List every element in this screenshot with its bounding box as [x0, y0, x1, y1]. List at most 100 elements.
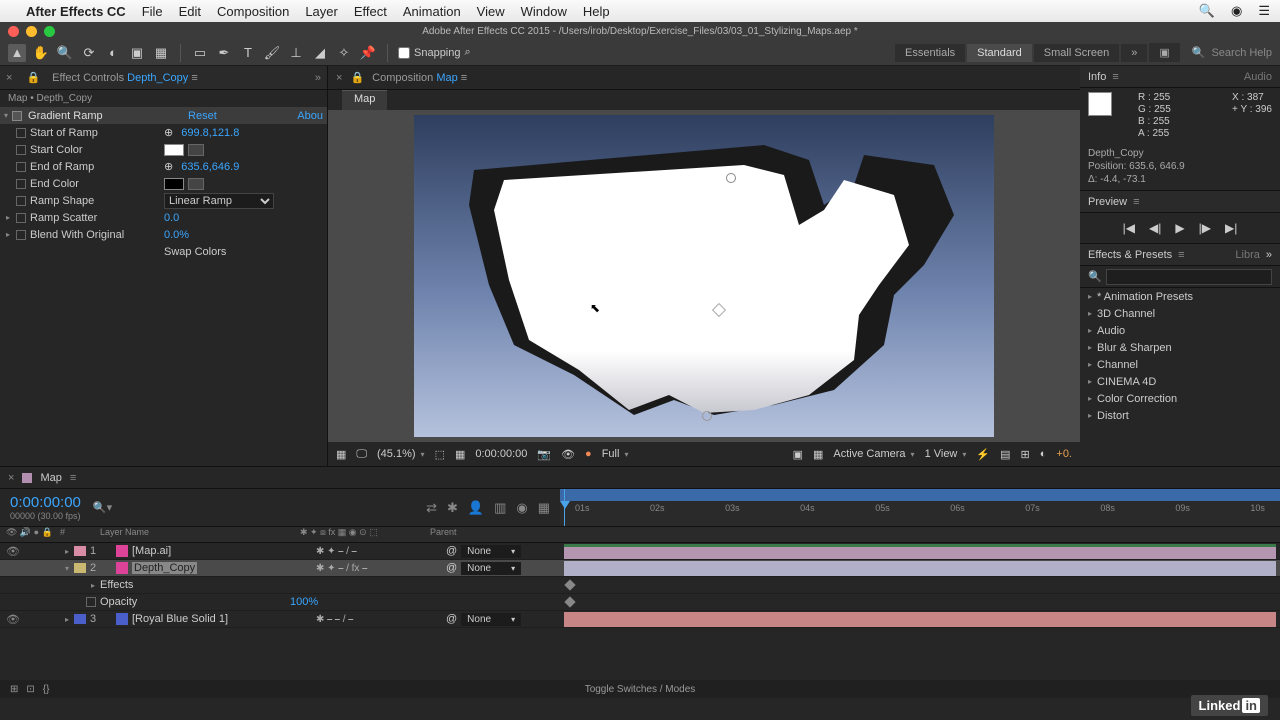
menu-animation[interactable]: Animation [403, 4, 461, 19]
zoom-tool-icon[interactable]: 🔍 [56, 44, 74, 62]
effect-header[interactable]: ▾ Gradient Ramp Reset Abou [0, 107, 327, 124]
panel-lock-icon[interactable]: 🔒 [26, 71, 40, 84]
menu-edit[interactable]: Edit [179, 4, 201, 19]
zoom-window-icon[interactable] [44, 26, 55, 37]
keyframe-icon[interactable] [564, 579, 575, 590]
track-area[interactable] [560, 543, 1280, 680]
motion-blur-icon[interactable]: ◉ [516, 500, 527, 516]
comp-subtab[interactable]: Map [342, 90, 387, 110]
pickwhip-icon[interactable]: @ [446, 545, 457, 557]
hand-tool-icon[interactable]: ✋ [32, 44, 50, 62]
draft3d-icon[interactable]: ✱ [447, 500, 458, 516]
cc-icon[interactable]: ◉ [1231, 3, 1242, 19]
stopwatch-icon[interactable] [16, 162, 26, 172]
timeline-tab[interactable]: Map [40, 472, 61, 484]
close-panel-icon[interactable]: × [6, 72, 12, 84]
graph-editor-icon[interactable]: ▦ [538, 500, 550, 516]
close-window-icon[interactable] [8, 26, 19, 37]
eraser-tool-icon[interactable]: ◢ [311, 44, 329, 62]
eyedropper-icon[interactable] [188, 144, 204, 156]
timeline-icon[interactable]: ▤ [1000, 448, 1010, 461]
stopwatch-icon[interactable] [86, 597, 96, 607]
prev-frame-button[interactable]: ◀| [1149, 221, 1161, 235]
stopwatch-icon[interactable] [16, 145, 26, 155]
resolution-dropdown[interactable]: Full [602, 448, 629, 460]
play-button[interactable]: ▶ [1175, 221, 1184, 235]
search-icon[interactable]: 🔍 [1199, 3, 1215, 19]
stopwatch-icon[interactable] [16, 128, 26, 138]
last-frame-button[interactable]: ▶| [1225, 221, 1237, 235]
toggle-switches-button[interactable]: Toggle Switches / Modes [585, 684, 696, 695]
search-help[interactable]: 🔍 Search Help [1192, 46, 1272, 59]
roto-tool-icon[interactable]: ✧ [335, 44, 353, 62]
visibility-icon[interactable]: 👁 [6, 613, 20, 626]
reset-exposure-icon[interactable]: ◐ [1040, 448, 1047, 460]
pen-tool-icon[interactable]: ✒ [215, 44, 233, 62]
ramp-end-handle[interactable] [702, 411, 712, 421]
menu-file[interactable]: File [142, 4, 163, 19]
zoom-dropdown[interactable]: (45.1%) [377, 448, 425, 460]
panel-lock-icon[interactable]: 🔒 [350, 71, 364, 84]
workspace-reset-icon[interactable]: ▣ [1149, 43, 1179, 62]
workspace-standard[interactable]: Standard [967, 44, 1032, 62]
prop-start-of-ramp[interactable]: Start of Ramp ⊕ 699.8,121.8 [0, 124, 327, 141]
menu-composition[interactable]: Composition [217, 4, 289, 19]
menu-window[interactable]: Window [521, 4, 567, 19]
first-frame-button[interactable]: |◀ [1123, 221, 1135, 235]
composition-tab[interactable]: Composition Map ≡ [372, 72, 467, 84]
menu-view[interactable]: View [477, 4, 505, 19]
type-tool-icon[interactable]: T [239, 44, 257, 62]
monitor-icon[interactable]: 🖵 [356, 448, 367, 461]
effects-presets-list[interactable]: * Animation Presets 3D Channel Audio Blu… [1080, 288, 1280, 466]
swap-colors-link[interactable]: Swap Colors [0, 243, 327, 260]
stopwatch-icon[interactable] [16, 196, 26, 206]
parent-dropdown[interactable]: None [461, 613, 521, 626]
preset-3d-channel[interactable]: 3D Channel [1080, 305, 1280, 322]
pan-behind-tool-icon[interactable]: ▦ [152, 44, 170, 62]
info-panel-header[interactable]: Info≡Audio [1080, 66, 1280, 88]
viewer-time[interactable]: 0:00:00:00 [475, 448, 527, 460]
menu-layer[interactable]: Layer [305, 4, 338, 19]
effects-presets-header[interactable]: Effects & Presets≡Libra» [1080, 244, 1280, 266]
views-dropdown[interactable]: 1 View [925, 448, 967, 460]
fx-toggle-icon[interactable] [12, 111, 22, 121]
grid-icon[interactable]: ▦ [455, 448, 465, 461]
orbit-tool-icon[interactable]: ⟳ [80, 44, 98, 62]
ramp-start-handle[interactable] [726, 173, 736, 183]
menu-help[interactable]: Help [583, 4, 610, 19]
3d-view-icon[interactable]: ▦ [813, 448, 823, 461]
preset-blur[interactable]: Blur & Sharpen [1080, 339, 1280, 356]
prop-ramp-scatter[interactable]: ▸ Ramp Scatter 0.0 [0, 209, 327, 226]
stopwatch-icon[interactable] [16, 179, 26, 189]
label-color[interactable] [74, 614, 86, 624]
workspace-essentials[interactable]: Essentials [895, 44, 965, 62]
preset-animation[interactable]: * Animation Presets [1080, 288, 1280, 305]
prop-ramp-shape[interactable]: Ramp Shape Linear Ramp [0, 192, 327, 209]
brush-tool-icon[interactable]: 🖌 [263, 44, 281, 62]
parent-dropdown[interactable]: None [461, 562, 521, 575]
next-frame-button[interactable]: |▶ [1199, 221, 1211, 235]
crosshair-icon[interactable]: ⊕ [164, 160, 173, 173]
menu-effect[interactable]: Effect [354, 4, 387, 19]
preset-cinema4d[interactable]: CINEMA 4D [1080, 373, 1280, 390]
close-panel-icon[interactable]: × [8, 472, 14, 484]
selection-tool-icon[interactable]: ▲ [8, 44, 26, 62]
keyframe-icon[interactable] [564, 596, 575, 607]
composition-viewer[interactable]: ⬉ [328, 110, 1080, 442]
comp-mini-flowchart-icon[interactable]: ⇄ [426, 500, 437, 516]
effect-controls-tab[interactable]: Effect Controls Depth_Copy ≡ [48, 70, 202, 86]
panel-overflow-icon[interactable]: » [315, 72, 321, 84]
menu-extras-icon[interactable]: ☰ [1258, 3, 1270, 19]
effect-reset-link[interactable]: Reset [188, 110, 217, 122]
effect-about-link[interactable]: Abou [297, 110, 323, 122]
preset-color-correction[interactable]: Color Correction [1080, 390, 1280, 407]
shy-icon[interactable]: 👤 [468, 500, 484, 516]
brackets-icon[interactable]: {} [43, 684, 50, 695]
label-color[interactable] [74, 563, 86, 573]
minimize-window-icon[interactable] [26, 26, 37, 37]
layer-bar-2[interactable] [564, 561, 1276, 576]
twirl-icon[interactable]: ▸ [60, 615, 74, 624]
render-queue-icon[interactable]: ⊡ [26, 684, 34, 695]
preset-audio[interactable]: Audio [1080, 322, 1280, 339]
stopwatch-icon[interactable] [16, 230, 26, 240]
